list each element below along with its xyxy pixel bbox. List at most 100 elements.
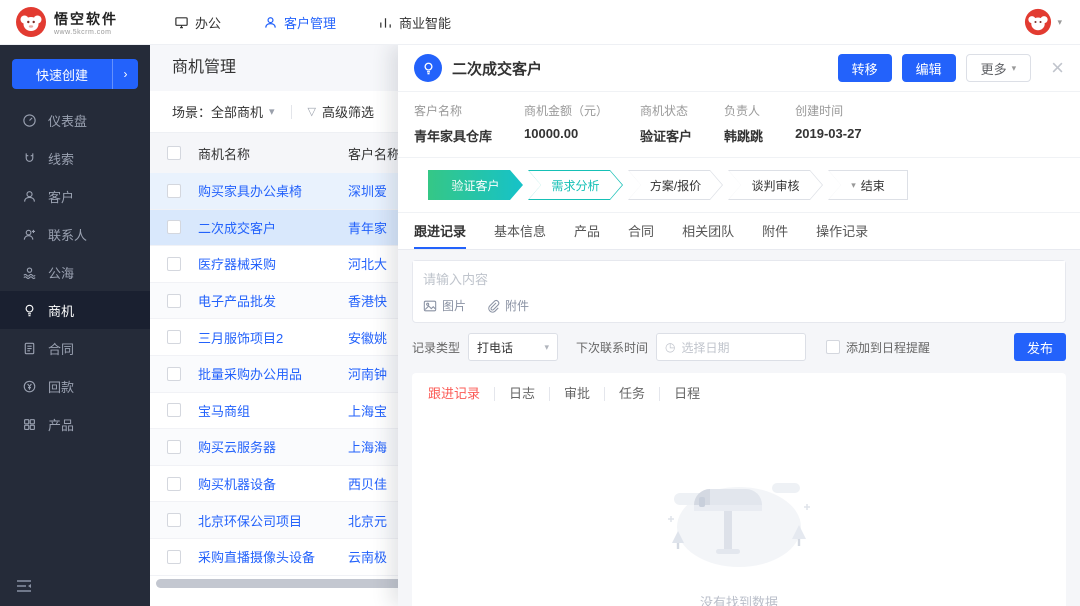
opportunity-link[interactable]: 三月服饰项目2 bbox=[198, 331, 283, 346]
subtab-follow-records[interactable]: 跟进记录 bbox=[428, 387, 496, 401]
opportunity-link[interactable]: 北京环保公司项目 bbox=[198, 514, 302, 529]
customer-link[interactable]: 上海海 bbox=[348, 440, 387, 455]
row-checkbox[interactable] bbox=[167, 220, 181, 235]
monkey-logo-icon bbox=[16, 7, 46, 37]
brand-name: 悟空软件 bbox=[54, 10, 118, 27]
users-icon bbox=[265, 16, 276, 28]
opportunity-link[interactable]: 采购直播摄像头设备 bbox=[198, 550, 315, 565]
edit-button[interactable]: 编辑 bbox=[901, 54, 956, 82]
subtab-tasks[interactable]: 任务 bbox=[605, 387, 661, 401]
tab-follow-records[interactable]: 跟进记录 bbox=[414, 213, 467, 249]
sidebar-item-contacts[interactable]: 联系人 bbox=[0, 215, 150, 253]
chevron-down-icon: ▾ bbox=[1011, 62, 1017, 73]
customer-link[interactable]: 上海宝 bbox=[348, 404, 387, 419]
add-image-button[interactable]: 图片 bbox=[423, 297, 466, 314]
stage-proposal-quote[interactable]: 方案/报价 bbox=[628, 170, 723, 200]
customer-link[interactable]: 香港快 bbox=[348, 294, 387, 309]
opportunity-detail-drawer: 二次成交客户 转移 编辑 更多 ▾ × 客户名称 青年家具仓库 商机金额（元） … bbox=[398, 45, 1080, 606]
nav-business-intelligence[interactable]: 商业智能 bbox=[378, 0, 451, 45]
next-contact-date-input[interactable]: ◷ 选择日期 bbox=[656, 333, 807, 361]
stage-negotiation-review[interactable]: 谈判审核 bbox=[728, 170, 823, 200]
opportunity-badge-icon bbox=[414, 54, 442, 82]
chart-icon bbox=[380, 17, 391, 28]
user-menu[interactable]: ▾ bbox=[1024, 8, 1062, 36]
customer-link[interactable]: 安徽姚 bbox=[348, 331, 387, 346]
publish-button[interactable]: 发布 bbox=[1014, 333, 1066, 361]
opportunity-link[interactable]: 购买机器设备 bbox=[198, 477, 276, 492]
detail-tabs: 跟进记录 基本信息 产品 合同 相关团队 附件 操作记录 bbox=[398, 212, 1080, 250]
row-checkbox[interactable] bbox=[167, 476, 181, 491]
field-created-time: 创建时间 2019-03-27 bbox=[795, 104, 862, 141]
product-icon bbox=[24, 418, 35, 430]
composer-options-row: 记录类型 打电话 ▾ 下次联系时间 ◷ 选择日期 添加到日程提醒 发布 bbox=[412, 333, 1066, 361]
opportunity-link[interactable]: 购买云服务器 bbox=[198, 440, 276, 455]
collapse-sidebar-icon[interactable] bbox=[16, 579, 32, 596]
row-checkbox[interactable] bbox=[167, 330, 181, 345]
sidebar-item-products[interactable]: 产品 bbox=[0, 405, 150, 443]
customer-link[interactable]: 云南极 bbox=[348, 550, 387, 565]
customer-link[interactable]: 北京元 bbox=[348, 514, 387, 529]
scene-filter-dropdown[interactable]: 场景：全部商机 ▾ bbox=[172, 102, 275, 121]
transfer-button[interactable]: 转移 bbox=[837, 54, 892, 82]
opportunity-link[interactable]: 医疗器械采购 bbox=[198, 257, 276, 272]
tab-operation-log[interactable]: 操作记录 bbox=[816, 213, 868, 249]
tab-related-team[interactable]: 相关团队 bbox=[682, 213, 734, 249]
row-checkbox[interactable] bbox=[167, 549, 181, 564]
nav-customer-management[interactable]: 客户管理 bbox=[263, 0, 336, 45]
advanced-filter-button[interactable]: ▽ 高级筛选 bbox=[308, 102, 374, 121]
opportunity-link[interactable]: 电子产品批发 bbox=[198, 294, 276, 309]
schedule-reminder-checkbox[interactable] bbox=[826, 340, 841, 354]
empty-state-text: 没有找到数据 bbox=[699, 595, 778, 606]
opportunity-link[interactable]: 宝马商组 bbox=[198, 404, 250, 419]
add-attachment-button[interactable]: 附件 bbox=[486, 297, 529, 314]
stage-requirement-analysis[interactable]: 需求分析 bbox=[528, 170, 623, 200]
opportunity-link[interactable]: 购买家具办公桌椅 bbox=[198, 184, 302, 199]
select-all-checkbox[interactable] bbox=[167, 146, 181, 160]
stage-end[interactable]: ▾ 结束 bbox=[828, 170, 908, 200]
more-button[interactable]: 更多 ▾ bbox=[965, 54, 1032, 82]
sidebar-item-payments[interactable]: 回款 bbox=[0, 367, 150, 405]
quick-create-button[interactable]: 快速创建 › bbox=[12, 59, 138, 89]
sidebar-item-pool[interactable]: 公海 bbox=[0, 253, 150, 291]
drawer-title: 二次成交客户 bbox=[452, 60, 543, 78]
stage-verify-customer[interactable]: 验证客户 bbox=[428, 170, 523, 200]
next-contact-label: 下次联系时间 bbox=[576, 340, 649, 355]
subtab-schedule[interactable]: 日程 bbox=[660, 387, 714, 401]
customer-link[interactable]: 河北大 bbox=[348, 257, 387, 272]
brand[interactable]: 悟空软件 www.5kcrm.com bbox=[0, 7, 150, 37]
nav-office[interactable]: 办公 bbox=[174, 0, 221, 45]
customer-link[interactable]: 河南钟 bbox=[348, 367, 387, 382]
sidebar-item-customers[interactable]: 客户 bbox=[0, 177, 150, 215]
sidebar-item-dashboard[interactable]: 仪表盘 bbox=[0, 101, 150, 139]
row-checkbox[interactable] bbox=[167, 366, 181, 381]
subtab-logs[interactable]: 日志 bbox=[495, 387, 551, 401]
customer-icon bbox=[24, 190, 35, 202]
customer-link[interactable]: 青年家 bbox=[348, 221, 387, 236]
row-checkbox[interactable] bbox=[167, 256, 181, 271]
customer-link[interactable]: 西贝佳 bbox=[348, 477, 387, 492]
caret-right-icon: › bbox=[112, 59, 138, 89]
row-checkbox[interactable] bbox=[167, 293, 181, 308]
customer-link[interactable]: 深圳爱 bbox=[348, 184, 387, 199]
subtab-approvals[interactable]: 审批 bbox=[550, 387, 606, 401]
sidebar-item-leads[interactable]: 线索 bbox=[0, 139, 150, 177]
tab-products[interactable]: 产品 bbox=[574, 213, 600, 249]
sidebar-item-contracts[interactable]: 合同 bbox=[0, 329, 150, 367]
drawer-body: 图片 附件 记录类型 打电话 ▾ 下次联系时间 ◷ 选择日期 添加到日程提醒 bbox=[398, 250, 1080, 606]
close-icon[interactable]: × bbox=[1051, 57, 1064, 79]
field-status: 商机状态 验证客户 bbox=[640, 104, 693, 144]
row-checkbox[interactable] bbox=[167, 439, 181, 454]
record-type-select[interactable]: 打电话 ▾ bbox=[468, 333, 559, 361]
tab-attachments[interactable]: 附件 bbox=[762, 213, 788, 249]
column-header-name: 商机名称 bbox=[198, 146, 251, 162]
row-checkbox[interactable] bbox=[167, 513, 181, 528]
row-checkbox[interactable] bbox=[167, 183, 181, 198]
opportunity-link[interactable]: 二次成交客户 bbox=[198, 221, 276, 236]
sidebar-item-opportunities[interactable]: 商机 bbox=[0, 291, 150, 329]
tab-basic-info[interactable]: 基本信息 bbox=[494, 213, 546, 249]
row-checkbox[interactable] bbox=[167, 403, 181, 418]
tab-contracts[interactable]: 合同 bbox=[628, 213, 654, 249]
opportunity-link[interactable]: 批量采购办公用品 bbox=[198, 367, 302, 382]
record-type-label: 记录类型 bbox=[412, 340, 461, 355]
follow-up-input[interactable] bbox=[413, 261, 1065, 291]
